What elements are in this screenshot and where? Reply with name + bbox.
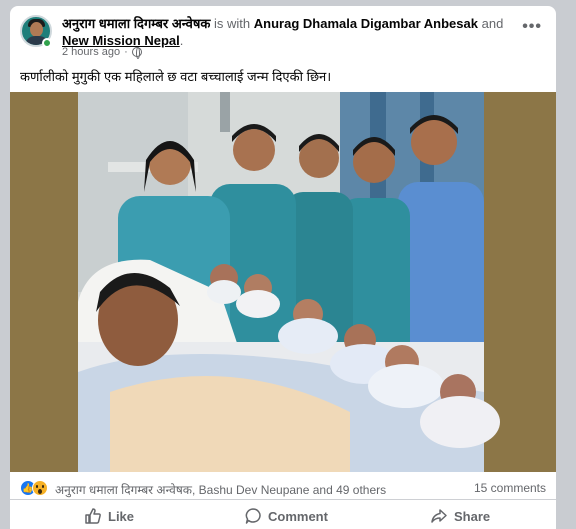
post-title-line: अनुराग धमाला दिगम्बर अन्वेषक is with Anu… (62, 15, 522, 49)
post-card: अनुराग धमाला दिगम्बर अन्वेषक is with Anu… (10, 6, 556, 529)
with-text: is with (214, 16, 251, 31)
thumbs-up-icon (85, 508, 101, 524)
avatar-face (30, 22, 43, 37)
reaction-icons[interactable]: 👍 (20, 480, 54, 496)
post-photo[interactable] (10, 92, 556, 472)
and-text: and (481, 16, 504, 31)
post-actions: Like Comment Share (10, 503, 556, 529)
author-name[interactable]: अनुराग धमाला दिगम्बर अन्वेषक (62, 16, 210, 31)
globe-icon[interactable] (131, 47, 142, 59)
photo-illustration (10, 92, 556, 472)
comment-button[interactable]: Comment (244, 503, 328, 529)
meta-separator: · (124, 46, 128, 58)
share-icon (431, 509, 447, 523)
reacted-by-text[interactable]: अनुराग धमाला दिगम्बर अन्वेषक, Bashu Dev … (55, 481, 386, 498)
like-button[interactable]: Like (84, 503, 134, 529)
post-meta: 2 hours ago · (62, 46, 142, 59)
share-button[interactable]: Share (430, 503, 490, 529)
share-label: Share (454, 508, 491, 524)
post-header: अनुराग धमाला दिगम्बर अन्वेषक is with Anu… (10, 6, 556, 62)
title-period: . (179, 33, 184, 48)
reactions-bar: 👍 अनुराग धमाला दिगम्बर अन्वेषक, Bashu De… (10, 476, 556, 500)
more-options-button[interactable]: ••• (522, 18, 542, 36)
post-text: कर्णालीको मुगुकी एक महिलाले छ वटा बच्चाल… (20, 69, 332, 84)
comment-icon (245, 508, 261, 524)
post-timestamp[interactable]: 2 hours ago (62, 46, 120, 58)
tagged-person[interactable]: Anurag Dhamala Digambar Anbesak (254, 16, 478, 31)
comment-label: Comment (268, 508, 328, 524)
online-status-dot (42, 38, 52, 48)
wow-icon (32, 480, 48, 496)
comments-count[interactable]: 15 comments (474, 481, 546, 495)
like-label: Like (108, 508, 135, 524)
